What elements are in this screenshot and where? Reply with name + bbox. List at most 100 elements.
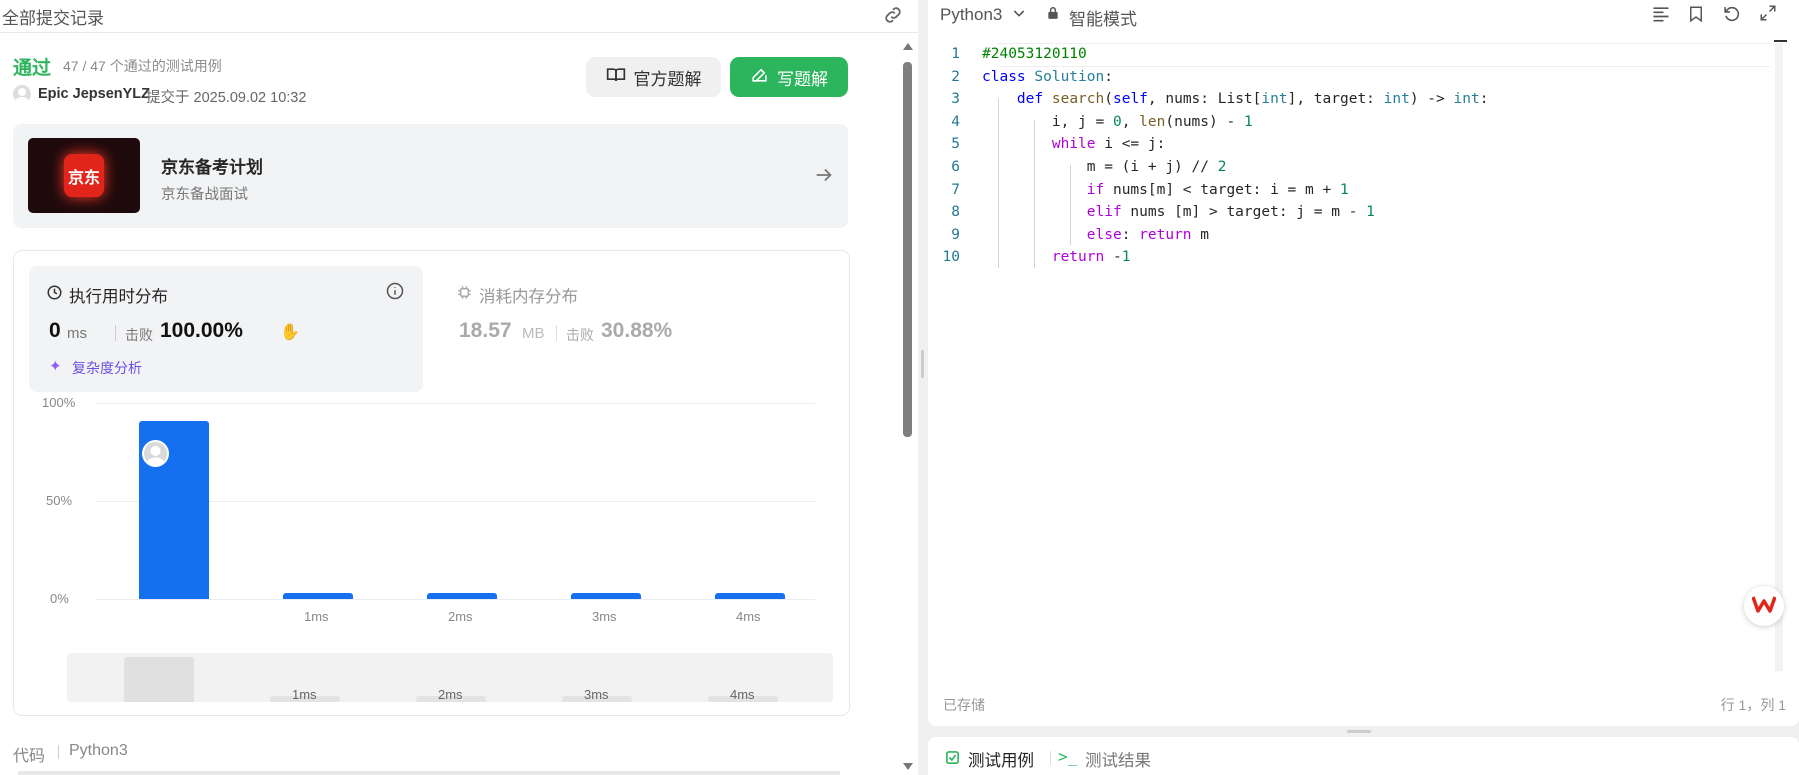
terminal-icon: >_ xyxy=(1058,747,1078,766)
line-number: 6 xyxy=(951,158,960,175)
runtime-bar[interactable] xyxy=(571,593,641,599)
complexity-link[interactable]: 复杂度分析 xyxy=(72,358,142,378)
code-text: class Solution: xyxy=(982,68,1113,85)
code-text: def search(self, nums: List[int], target… xyxy=(1016,91,1489,108)
runtime-bar[interactable] xyxy=(427,593,497,599)
clap-icon: ✋ xyxy=(280,324,300,341)
runtime-beats-label: 击败 xyxy=(125,327,153,343)
code-line[interactable]: 10 return -1 xyxy=(928,246,1768,269)
code-line[interactable]: 6 m = (i + j) // 2 xyxy=(928,156,1768,179)
memory-beats-label: 击败 xyxy=(566,327,594,343)
lock-icon xyxy=(1046,5,1060,26)
cursor-position: 行 1，列 1 xyxy=(1720,697,1786,713)
wps-float-button[interactable] xyxy=(1744,586,1784,626)
runtime-panel[interactable]: 执行用时分布 0 ms 击败 100.00% ✋ ✦ 复杂度分析 xyxy=(29,266,423,392)
write-solution-label: 写题解 xyxy=(777,69,828,89)
wps-icon xyxy=(1751,595,1777,618)
minimap-label: 1ms xyxy=(292,687,317,702)
promo-card[interactable]: 京东 京东备考计划 京东备战面试 xyxy=(13,124,848,228)
runtime-bar[interactable] xyxy=(715,593,785,599)
tests-passed: 47 / 47 个通过的测试用例 xyxy=(63,58,222,74)
runtime-bar[interactable] xyxy=(283,593,353,599)
tab-test-results[interactable]: 测试结果 xyxy=(1085,747,1151,771)
code-block-edge xyxy=(18,771,840,775)
promo-subtitle: 京东备战面试 xyxy=(161,187,248,203)
smart-mode[interactable]: 智能模式 xyxy=(1069,5,1137,30)
code-line[interactable]: 8 elif nums [m] > target: j = m - 1 xyxy=(928,201,1768,224)
scroll-down-arrow[interactable] xyxy=(903,763,913,770)
divider xyxy=(115,325,116,341)
line-number: 4 xyxy=(951,113,960,130)
code-text: else: return m xyxy=(1086,226,1210,243)
book-icon xyxy=(606,65,626,90)
fullscreen-icon[interactable] xyxy=(1759,4,1777,27)
code-line[interactable]: 7 if nums[m] < target: i = m + 1 xyxy=(928,179,1768,202)
clock-icon xyxy=(47,285,62,305)
code-text: i, j = 0, len(nums) - 1 xyxy=(982,113,1253,130)
code-line[interactable]: 9 else: return m xyxy=(928,224,1768,247)
chart-range-slider[interactable]: 1ms 2ms 3ms 4ms xyxy=(67,653,833,702)
submit-time: 提交于 2025.09.02 10:32 xyxy=(146,90,307,106)
runtime-chart: 100% 50% 0% 1ms 2ms 3ms 4ms xyxy=(29,395,829,624)
edit-icon xyxy=(750,65,769,89)
header-title: 全部提交记录 xyxy=(2,9,104,28)
runtime-title: 执行用时分布 xyxy=(69,288,168,306)
save-status: 已存储 xyxy=(943,697,985,713)
memory-panel[interactable]: 消耗内存分布 18.57 MB 击败 30.88% xyxy=(439,266,834,392)
runtime-unit: ms xyxy=(67,325,87,342)
scroll-up-arrow[interactable] xyxy=(903,43,913,50)
arrow-right-icon xyxy=(813,164,835,191)
code-text: m = (i + j) // 2 xyxy=(982,158,1227,175)
overview-cursor xyxy=(1774,40,1787,42)
sparkle-icon: ✦ xyxy=(49,358,62,375)
tab-test-cases[interactable]: 测试用例 xyxy=(968,747,1034,771)
line-number: 7 xyxy=(951,181,960,198)
line-number: 3 xyxy=(951,91,960,108)
x-tick: 1ms xyxy=(304,609,329,624)
vertical-splitter-handle[interactable] xyxy=(1347,730,1371,733)
left-scrollbar-thumb[interactable] xyxy=(903,62,912,437)
chevron-down-icon[interactable] xyxy=(1011,5,1027,26)
runtime-beats: 100.00% xyxy=(160,319,243,342)
write-solution-button[interactable]: 写题解 xyxy=(730,57,848,97)
minimap-label: 2ms xyxy=(438,687,463,702)
code-text: while i <= j: xyxy=(1051,136,1166,153)
code-line[interactable]: 1 #24053120110 xyxy=(928,43,1768,66)
code-label: 代码 xyxy=(13,748,46,765)
x-tick: 3ms xyxy=(592,609,617,624)
line-number: 8 xyxy=(951,204,960,221)
link-icon[interactable] xyxy=(882,4,904,31)
code-line[interactable]: 5 while i <= j: xyxy=(928,133,1768,156)
code-line[interactable]: 3 def search(self, nums: List[int], targ… xyxy=(928,88,1768,111)
code-editor[interactable]: 1 #24053120110 2 class Solution: 3 def sea… xyxy=(928,43,1768,269)
jd-logo: 京东 xyxy=(64,154,104,197)
divider xyxy=(1050,751,1051,765)
divider xyxy=(556,325,557,341)
code-text: if nums[m] < target: i = m + 1 xyxy=(1086,181,1349,198)
format-icon[interactable] xyxy=(1651,4,1671,29)
panel-splitter[interactable] xyxy=(918,0,928,775)
slider-window[interactable] xyxy=(124,657,194,702)
line-number: 1 xyxy=(951,46,960,62)
grid-line xyxy=(95,403,815,404)
promo-image: 京东 xyxy=(28,138,140,213)
language-select[interactable]: Python3 xyxy=(940,5,1002,25)
splitter-handle[interactable] xyxy=(921,350,924,378)
code-line[interactable]: 4 i, j = 0, len(nums) - 1 xyxy=(928,111,1768,134)
code-line[interactable]: 2 class Solution: xyxy=(928,66,1768,89)
editor-scrollbar[interactable] xyxy=(1775,43,1783,671)
line-number: 10 xyxy=(942,249,960,266)
minimap-label: 3ms xyxy=(584,687,609,702)
editor-toolbar: Python3 智能模式 xyxy=(928,0,1799,32)
bookmark-icon[interactable] xyxy=(1687,4,1705,29)
divider xyxy=(58,745,59,759)
info-icon[interactable] xyxy=(386,282,404,305)
official-solution-button[interactable]: 官方题解 xyxy=(586,57,721,97)
panel-header: 全部提交记录 xyxy=(0,0,918,33)
code-text: return -1 xyxy=(1051,249,1131,266)
reset-icon[interactable] xyxy=(1722,4,1741,28)
author-name[interactable]: Epic JepsenYLZ xyxy=(38,86,150,102)
x-tick: 2ms xyxy=(448,609,473,624)
code-language: Python3 xyxy=(69,742,128,759)
line-number: 9 xyxy=(951,226,960,243)
